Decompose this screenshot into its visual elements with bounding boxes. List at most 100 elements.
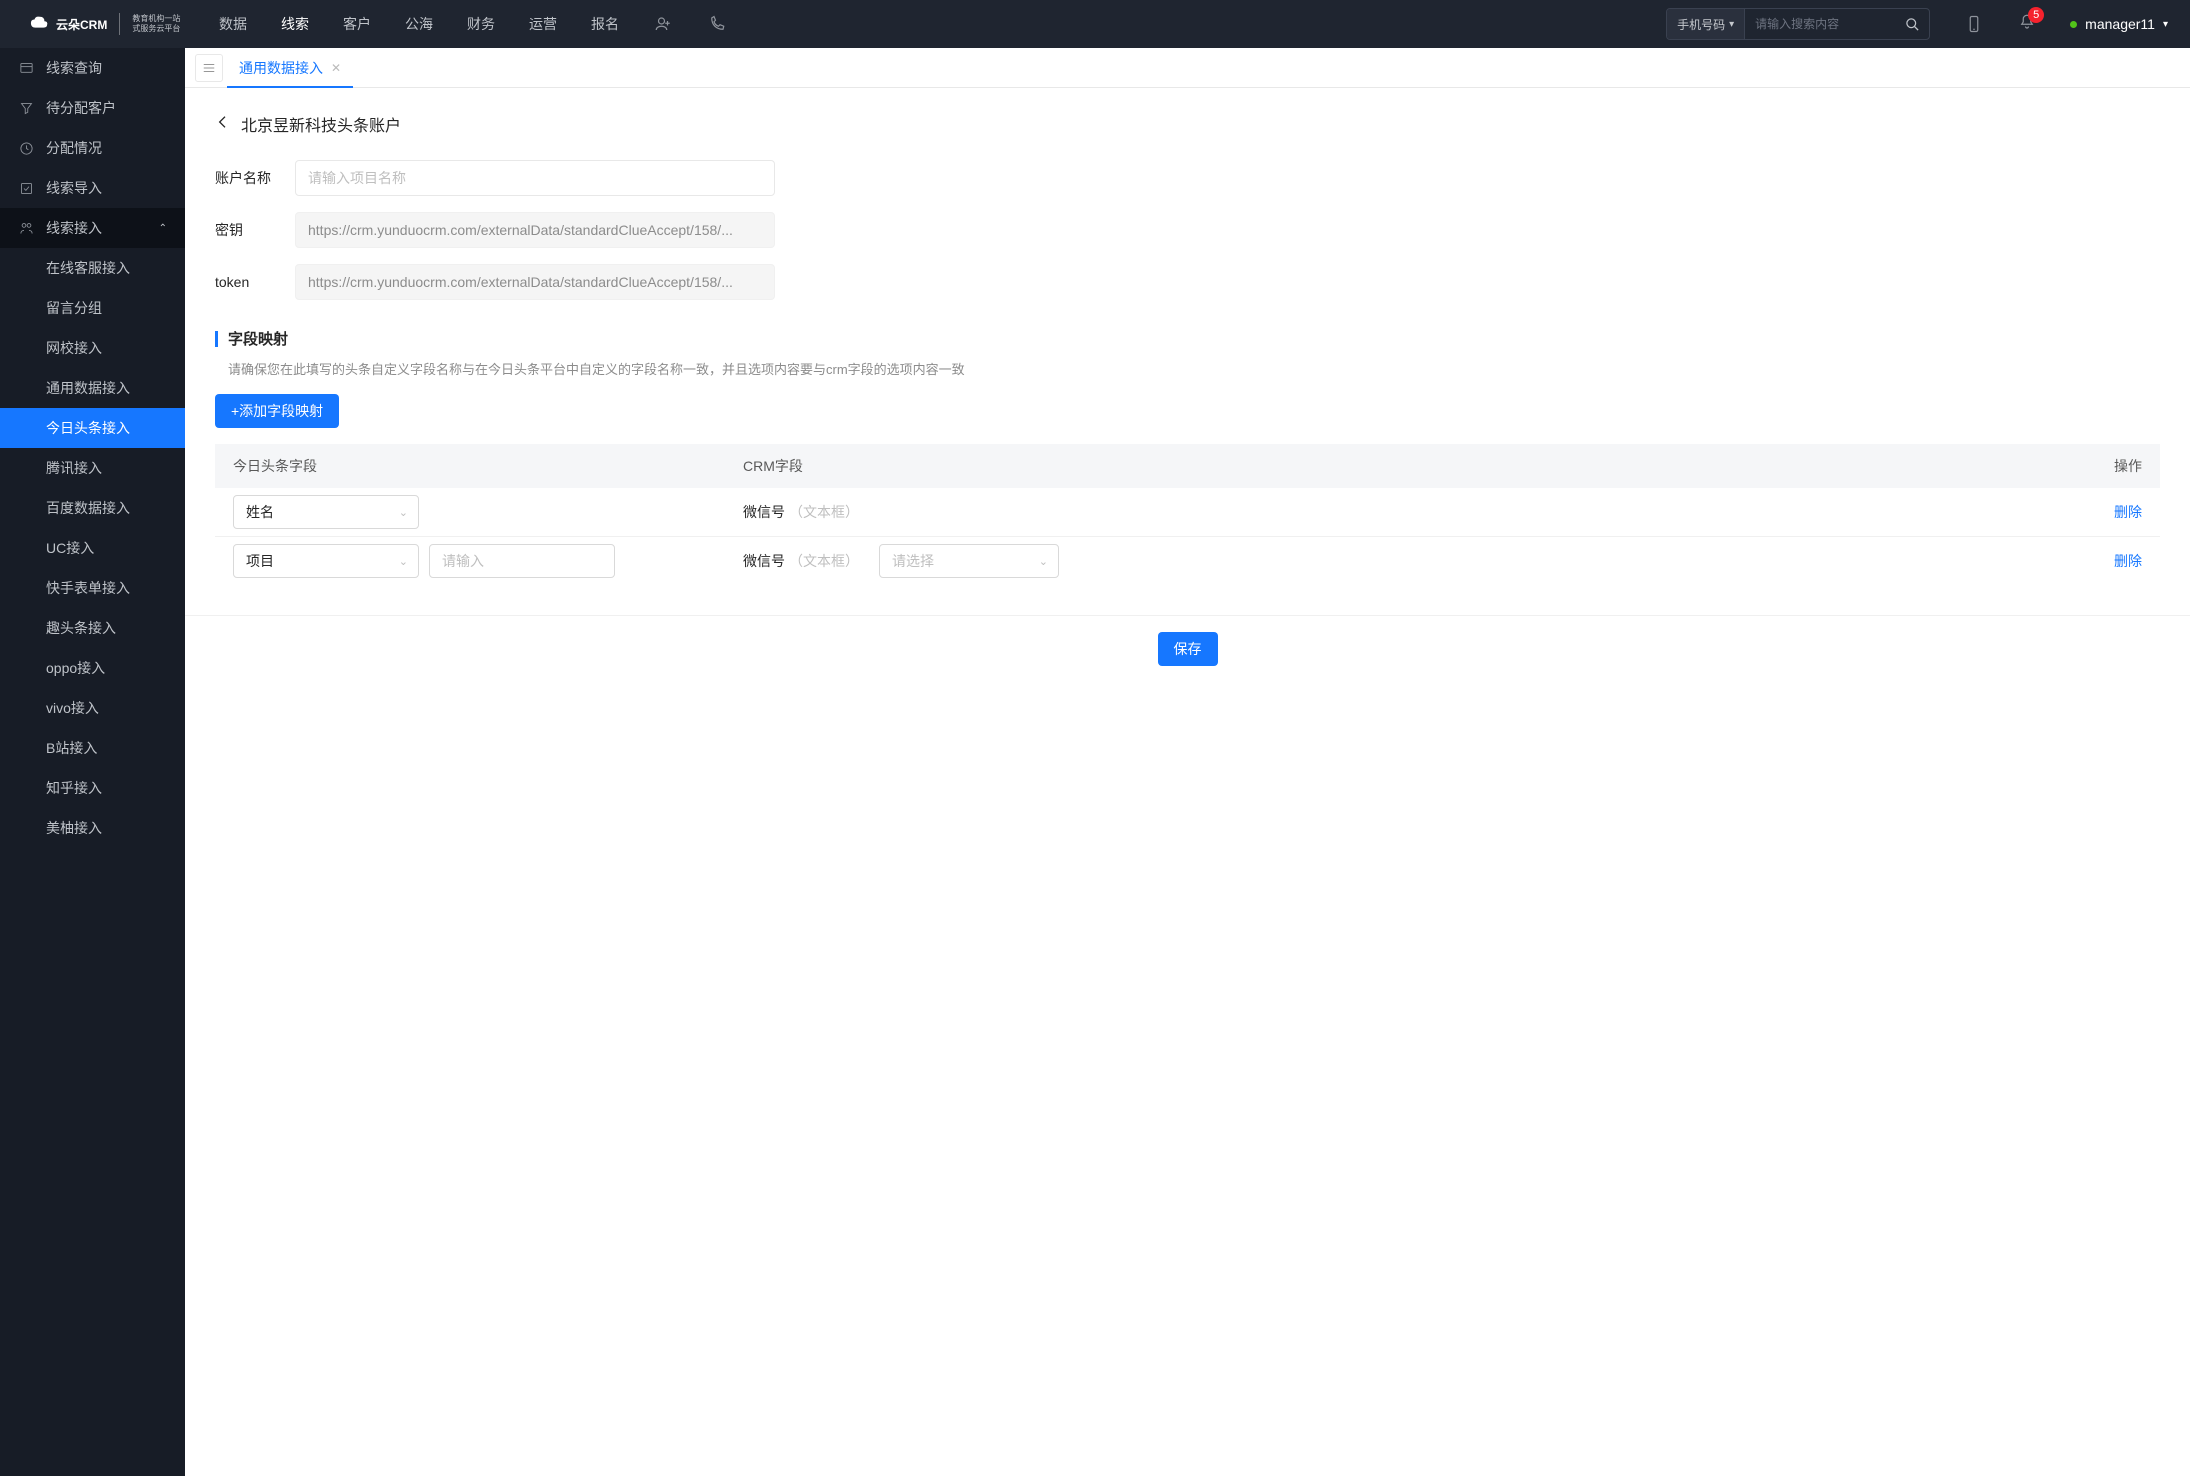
page-title-row: 北京昱新科技头条账户 (215, 112, 2160, 136)
sidebar-item[interactable]: 待分配客户 (0, 88, 185, 128)
sidebar-subitem[interactable]: B站接入 (0, 728, 185, 768)
chevron-up-icon: ⌃ (159, 223, 167, 234)
sidebar-subitem[interactable]: 快手表单接入 (0, 568, 185, 608)
sidebar-subitem[interactable]: 网校接入 (0, 328, 185, 368)
logo-area: 云朵CRM 教育机构一站 式服务云平台 (0, 13, 185, 35)
user-add-icon[interactable] (653, 14, 673, 34)
sidebar-icon (18, 140, 34, 156)
logo-brand: 云朵CRM (56, 16, 107, 33)
section-bar-icon (215, 331, 218, 347)
token-label: token (215, 274, 295, 290)
logo-icon (28, 13, 50, 35)
sidebar-subitem[interactable]: oppo接入 (0, 648, 185, 688)
save-button[interactable]: 保存 (1158, 632, 1218, 666)
sidebar-subitem[interactable]: 知乎接入 (0, 768, 185, 808)
account-name-label: 账户名称 (215, 168, 295, 188)
sidebar-icon (18, 180, 34, 196)
user-menu[interactable]: manager11 ▾ (2070, 16, 2168, 32)
back-button[interactable] (215, 114, 231, 135)
sidebar-subitem[interactable]: 美柚接入 (0, 808, 185, 848)
th-toutiao: 今日头条字段 (233, 456, 743, 476)
phone-device-icon[interactable] (1964, 14, 1984, 34)
logo-subtitle: 教育机构一站 式服务云平台 (132, 14, 180, 34)
sidebar-icon (18, 100, 34, 116)
main: 通用数据接入 ✕ 北京昱新科技头条账户 账户名称 密钥 token (185, 48, 2190, 1476)
table-row: 姓名⌄ 微信号（文本框） 删除 (215, 488, 2160, 537)
sidebar-icon (18, 220, 34, 236)
add-field-mapping-button[interactable]: +添加字段映射 (215, 394, 339, 428)
tab[interactable]: 通用数据接入 ✕ (227, 48, 353, 88)
sidebar: 线索查询待分配客户分配情况线索导入线索接入 ⌃ 在线客服接入留言分组网校接入通用数据… (0, 48, 185, 1476)
crm-field-label: 微信号 (743, 504, 785, 520)
top-nav-item[interactable]: 客户 (343, 14, 371, 34)
delete-row-button[interactable]: 删除 (2114, 553, 2142, 569)
sidebar-item-label: 分配情况 (46, 138, 102, 158)
mapping-table: 今日头条字段 CRM字段 操作 姓名⌄微信号（文本框）删除项目⌄微信号（文本框）… (215, 444, 2160, 585)
search-input[interactable] (1745, 9, 1895, 39)
sidebar-subitem[interactable]: 今日头条接入 (0, 408, 185, 448)
search-wrap: 手机号码 ▾ (1666, 8, 1930, 40)
sidebar-item-label: 线索接入 (46, 218, 102, 238)
th-crm: CRM字段 (743, 456, 2072, 476)
top-header: 云朵CRM 教育机构一站 式服务云平台 数据 线索 客户 公海 财务 运营 报名 手机号码 … (0, 0, 2190, 48)
sidebar-item[interactable]: 线索查询 (0, 48, 185, 88)
chevron-down-icon: ⌄ (1039, 555, 1048, 568)
section-title: 字段映射 (228, 328, 288, 349)
username: manager11 (2085, 16, 2155, 32)
toutiao-field-input[interactable] (429, 544, 615, 578)
notifications-button[interactable]: 5 (2018, 13, 2036, 36)
tab-close-icon[interactable]: ✕ (331, 61, 341, 75)
table-header: 今日头条字段 CRM字段 操作 (215, 444, 2160, 488)
sidebar-subitem[interactable]: 通用数据接入 (0, 368, 185, 408)
sidebar-subitem[interactable]: 腾讯接入 (0, 448, 185, 488)
top-nav-item[interactable]: 运营 (529, 14, 557, 34)
footer-bar: 保存 (185, 615, 2190, 682)
crm-field-type: （文本框） (789, 504, 859, 520)
crm-field-label: 微信号 (743, 553, 785, 569)
toutiao-field-select[interactable]: 姓名⌄ (233, 495, 419, 529)
top-nav-item[interactable]: 数据 (219, 14, 247, 34)
call-icon[interactable] (707, 14, 727, 34)
sidebar-subitem[interactable]: vivo接入 (0, 688, 185, 728)
logo-divider (119, 13, 120, 35)
crm-field-type: （文本框） (789, 553, 859, 569)
secret-label: 密钥 (215, 220, 295, 240)
sidebar-item[interactable]: 分配情况 (0, 128, 185, 168)
sidebar-item[interactable]: 线索接入 ⌃ (0, 208, 185, 248)
sidebar-toggle-button[interactable] (195, 54, 223, 82)
secret-input[interactable] (295, 212, 775, 248)
notification-badge: 5 (2028, 7, 2044, 23)
top-nav-item[interactable]: 财务 (467, 14, 495, 34)
chevron-down-icon: ⌄ (399, 555, 408, 568)
top-nav: 数据 线索 客户 公海 财务 运营 报名 (185, 14, 727, 34)
search-button[interactable] (1895, 9, 1929, 39)
chevron-down-icon: ⌄ (399, 506, 408, 519)
token-input[interactable] (295, 264, 775, 300)
sidebar-subitem[interactable]: 趣头条接入 (0, 608, 185, 648)
delete-row-button[interactable]: 删除 (2114, 504, 2142, 520)
section-header: 字段映射 (215, 328, 2160, 349)
tab-label: 通用数据接入 (239, 58, 323, 78)
top-nav-item[interactable]: 公海 (405, 14, 433, 34)
crm-field-select[interactable]: 请选择⌄ (879, 544, 1059, 578)
sidebar-subitem[interactable]: UC接入 (0, 528, 185, 568)
sidebar-subitem[interactable]: 在线客服接入 (0, 248, 185, 288)
search-type-select[interactable]: 手机号码 ▾ (1667, 9, 1745, 39)
sidebar-item[interactable]: 线索导入 (0, 168, 185, 208)
page-title: 北京昱新科技头条账户 (241, 112, 401, 136)
tabs-bar: 通用数据接入 ✕ (185, 48, 2190, 88)
top-nav-item[interactable]: 线索 (281, 14, 309, 34)
header-right: 手机号码 ▾ 5 manager11 ▾ (1666, 8, 2168, 40)
sidebar-subitem[interactable]: 留言分组 (0, 288, 185, 328)
sidebar-subitem[interactable]: 百度数据接入 (0, 488, 185, 528)
sidebar-item-label: 待分配客户 (46, 98, 116, 118)
toutiao-field-select[interactable]: 项目⌄ (233, 544, 419, 578)
top-nav-item[interactable]: 报名 (591, 14, 619, 34)
chevron-down-icon: ▾ (1729, 19, 1734, 30)
account-name-input[interactable] (295, 160, 775, 196)
th-action: 操作 (2072, 456, 2142, 476)
form-row-token: token (215, 264, 2160, 300)
sidebar-icon (18, 60, 34, 76)
form-row-account-name: 账户名称 (215, 160, 2160, 196)
chevron-down-icon: ▾ (2163, 19, 2168, 30)
